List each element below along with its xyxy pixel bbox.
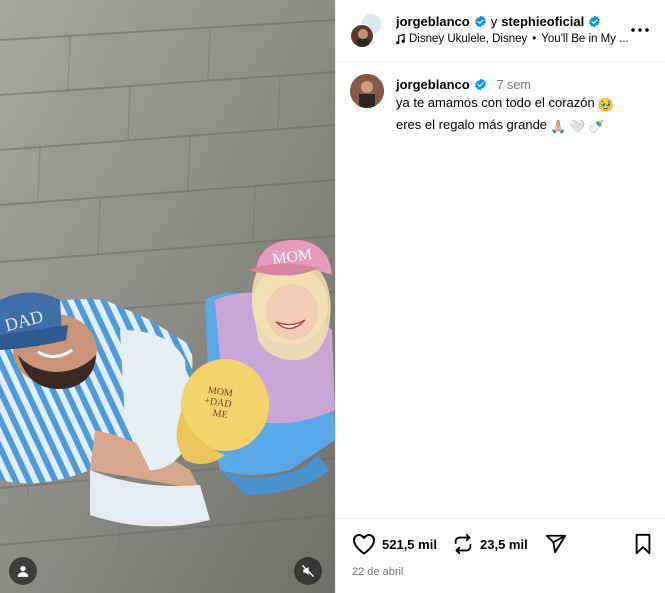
send-icon [545, 534, 567, 554]
caption-line1-text: ya te amamos con todo el corazón [396, 95, 595, 110]
caption-username[interactable]: jorgeblanco [396, 77, 470, 92]
audio-track[interactable]: You'll Be in My ... [541, 33, 628, 45]
audio-artist[interactable]: Disney Ukulele, Disney [409, 33, 527, 45]
instagram-post: MOM DAD MOM +DAD ME jorgeblanco y stephi… [0, 0, 665, 593]
caption-body: jorgeblanco 7 sem ya te amamos con todo … [396, 77, 658, 136]
repost-icon [454, 533, 472, 555]
audio-info[interactable]: Disney Ukulele, Disney • You'll Be in My… [396, 33, 629, 45]
repost-button[interactable]: 23,5 mil [452, 533, 528, 555]
avatar[interactable] [350, 24, 374, 48]
post-side-panel: jorgeblanco y stephieoficial Disney Ukul… [335, 0, 665, 593]
caption-line2-text: eres el regalo más grande [396, 117, 548, 132]
post-media[interactable]: MOM DAD MOM +DAD ME [0, 0, 335, 593]
verified-badge-icon [474, 15, 486, 28]
post-date[interactable]: 22 de abril [352, 566, 403, 578]
mute-button[interactable] [294, 557, 322, 585]
bookmark-icon [635, 533, 651, 555]
emoji: 🙏🏼 [550, 119, 567, 134]
speaker-muted-icon [302, 565, 314, 577]
collab-authors: jorgeblanco y stephieoficial [396, 14, 601, 29]
avatar[interactable] [350, 74, 384, 108]
conjunction-text: y [490, 14, 498, 29]
emoji: 🤍 [569, 119, 586, 134]
save-button[interactable] [633, 533, 653, 555]
caption-line: ya te amamos con todo el corazón 🥹 [396, 93, 658, 114]
post-actions: 521,5 mil 23,5 mil 22 de abril [336, 518, 665, 593]
verified-badge-icon [474, 78, 486, 91]
emoji: 🥹 [597, 97, 614, 112]
user-icon [17, 566, 29, 577]
tagged-users-button[interactable] [9, 557, 37, 585]
separator-dot: • [532, 33, 537, 45]
heart-icon [353, 534, 375, 555]
emoji: 🍼 [588, 119, 605, 134]
like-count[interactable]: 521,5 mil [382, 537, 437, 552]
post-photo: MOM DAD MOM +DAD ME [0, 0, 335, 593]
author-username[interactable]: jorgeblanco [396, 14, 470, 29]
like-button[interactable]: 521,5 mil [352, 533, 437, 555]
collab-avatars[interactable] [350, 13, 386, 49]
verified-badge-icon [589, 15, 601, 28]
collaborator-username[interactable]: stephieoficial [501, 14, 584, 29]
post-header: jorgeblanco y stephieoficial Disney Ukul… [336, 0, 665, 62]
repost-count[interactable]: 23,5 mil [480, 537, 528, 552]
music-note-icon [396, 33, 405, 44]
more-options-button[interactable] [628, 20, 652, 40]
caption-time[interactable]: 7 sem [497, 78, 531, 92]
caption-line: eres el regalo más grande 🙏🏼 🤍 🍼 [396, 115, 658, 136]
more-horizontal-icon [631, 28, 649, 32]
share-button[interactable] [544, 533, 568, 555]
